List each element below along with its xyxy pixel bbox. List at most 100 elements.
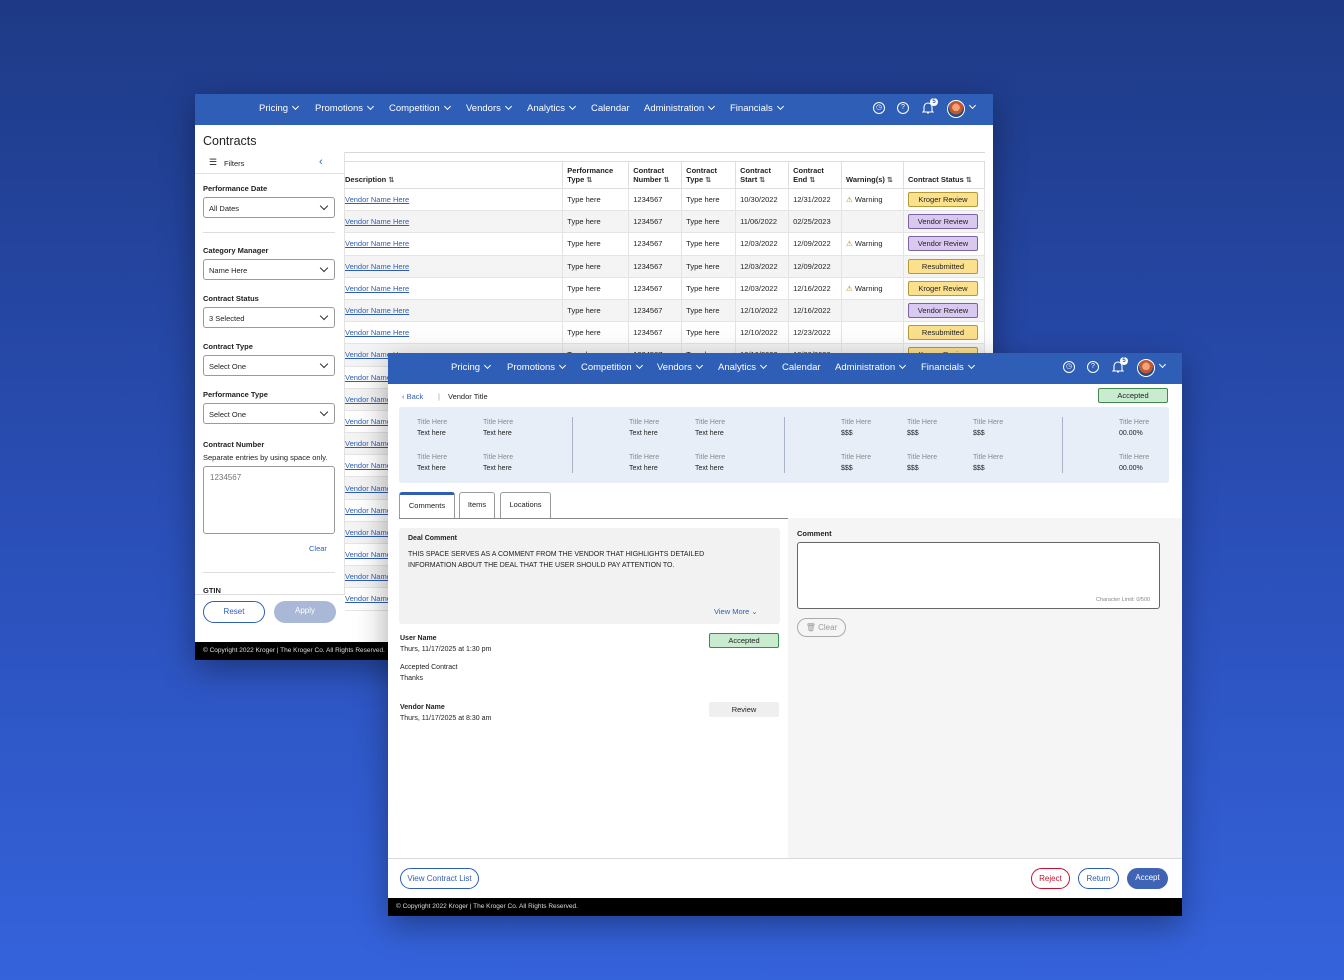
character-limit: Character Limit: 0/500 [1096, 597, 1151, 603]
nav-pricing[interactable]: Pricing [259, 102, 300, 114]
reset-button[interactable]: Reset [203, 601, 265, 623]
sort-icon[interactable]: ⇅ [586, 177, 592, 184]
sort-icon[interactable]: ⇅ [759, 177, 765, 184]
table-row[interactable]: Vendor Name Here Type here1234567Type her… [339, 187, 986, 212]
help-icon[interactable]: ? [1087, 361, 1099, 373]
clear-link[interactable]: Clear [309, 544, 327, 553]
tab-comments[interactable]: Comments [399, 492, 455, 518]
nav-financials[interactable]: Financials [730, 102, 784, 114]
table-row[interactable]: Vendor Name Here Type here1234567Type her… [339, 232, 986, 256]
table-row[interactable]: Vendor Name Here Type here1234567Type her… [339, 321, 986, 345]
col-contract-number[interactable]: Contract Number ⇅ [628, 161, 683, 189]
view-contract-list-button[interactable]: View Contract List [400, 868, 479, 889]
bell-icon[interactable]: 5 [921, 98, 938, 115]
cell-contract-number: 1234567 [628, 298, 683, 323]
col-description[interactable]: Description ⇅ [339, 161, 564, 189]
warning-label: Warning [854, 283, 883, 293]
nav-vendors[interactable]: Vendors [466, 102, 512, 114]
vendor-link[interactable]: Vendor Name Here [345, 284, 409, 293]
vendor-link[interactable]: Vendor Name Here [345, 195, 409, 204]
sort-icon[interactable]: ⇅ [705, 177, 711, 184]
nav-vendors[interactable]: Vendors [657, 361, 703, 373]
view-more-link[interactable]: View More ⌄ [714, 607, 758, 616]
col-contract-end[interactable]: Contract End ⇅ [788, 161, 843, 189]
nav-administration[interactable]: Administration [644, 102, 716, 114]
nav-analytics[interactable]: Analytics [527, 102, 577, 114]
vendor-link[interactable]: Vendor Name Here [345, 239, 409, 248]
table-row[interactable]: Vendor Name Here Type here1234567Type her… [339, 276, 986, 300]
avatar[interactable] [947, 100, 965, 118]
help-icon[interactable]: ? [897, 102, 909, 114]
sort-icon[interactable]: ⇅ [887, 177, 893, 184]
return-button[interactable]: Return [1078, 868, 1119, 889]
performance-type-select[interactable]: Select One [203, 403, 335, 424]
vendor-link[interactable]: Vendor Name Here [345, 306, 409, 315]
clear-button[interactable]: 🗑 Clear [797, 618, 846, 637]
chevron-down-icon [776, 102, 784, 111]
summary-cell: Title Here $$$ [841, 417, 871, 439]
table-row[interactable]: Vendor Name Here Type here1234567Type her… [339, 254, 986, 278]
nav-financials[interactable]: Financials [921, 361, 975, 373]
nav-label: Financials [921, 362, 964, 373]
avatar[interactable] [1137, 359, 1155, 377]
tab-locations[interactable]: Locations [500, 492, 551, 518]
nav-label: Pricing [451, 362, 481, 373]
col-contract-status[interactable]: Contract Status ⇅ [902, 161, 986, 189]
col-contract-start[interactable]: Contract Start ⇅ [735, 161, 790, 189]
summary-title: Title Here [1119, 454, 1150, 461]
table-row[interactable]: Vendor Name Here Type here1234567Type her… [339, 210, 986, 234]
nav-pricing[interactable]: Pricing [451, 361, 492, 373]
sort-icon[interactable]: ⇅ [664, 177, 670, 184]
col-warnings[interactable]: Warning(s) ⇅ [841, 161, 904, 189]
vendor-link[interactable]: Vendor Name Here [345, 262, 409, 271]
nav-administration[interactable]: Administration [835, 361, 907, 373]
reject-button[interactable]: Reject [1031, 868, 1070, 889]
nav-competition[interactable]: Competition [389, 102, 451, 114]
cell-performance-type: Type here [562, 187, 630, 212]
accept-button[interactable]: Accept [1127, 868, 1168, 889]
warning-icon: ⚠ [846, 283, 855, 293]
category-manager-select[interactable]: Name Here [203, 259, 335, 280]
nav-promotions[interactable]: Promotions [507, 361, 567, 373]
summary-cell: Title Here $$$ [907, 452, 937, 474]
clock-icon[interactable]: ◷ [1063, 361, 1075, 373]
summary-cell: Title Here Text here [417, 452, 447, 474]
cell-contract-end: 12/09/2022 [788, 232, 843, 256]
apply-button[interactable]: Apply [274, 601, 336, 623]
page-title: Contracts [203, 134, 257, 148]
nav-label: Competition [581, 362, 632, 373]
nav-promotions[interactable]: Promotions [315, 102, 375, 114]
summary-title: Title Here [907, 454, 938, 461]
nav-calendar[interactable]: Calendar [591, 103, 630, 114]
sort-icon[interactable]: ⇅ [966, 177, 972, 184]
collapse-icon[interactable]: ‹ [319, 156, 323, 168]
back-link[interactable]: ‹ Back [402, 392, 423, 401]
col-performance-type[interactable]: Performance Type ⇅ [562, 161, 630, 189]
nav-label: Pricing [259, 103, 289, 114]
chevron-down-icon [319, 201, 329, 211]
sort-icon[interactable]: ⇅ [809, 177, 815, 184]
chevron-down-icon[interactable] [1158, 360, 1167, 369]
contract-number-input[interactable] [203, 466, 335, 534]
bell-icon[interactable]: 5 [1111, 357, 1128, 374]
chevron-down-icon[interactable] [968, 101, 977, 110]
nav-analytics[interactable]: Analytics [718, 361, 768, 373]
category-manager-label: Category Manager [203, 246, 269, 255]
vendor-link[interactable]: Vendor Name Here [345, 328, 409, 337]
sort-icon[interactable]: ⇅ [388, 177, 394, 184]
clock-icon[interactable]: ◷ [873, 102, 885, 114]
contract-status-select[interactable]: 3 Selected [203, 307, 335, 328]
nav-competition[interactable]: Competition [581, 361, 643, 373]
performance-date-select[interactable]: All Dates [203, 197, 335, 218]
tab-items[interactable]: Items [459, 492, 495, 518]
summary-title: Title Here [973, 454, 1004, 461]
nav-calendar[interactable]: Calendar [782, 362, 821, 373]
cell-contract-start: 12/03/2022 [735, 232, 790, 256]
contract-type-select[interactable]: Select One [203, 355, 335, 376]
vendor-link[interactable]: Vendor Name Here [345, 217, 409, 226]
table-row[interactable]: Vendor Name Here Type here1234567Type her… [339, 298, 986, 323]
history-author: User Name [400, 635, 437, 642]
col-contract-type[interactable]: Contract Type ⇅ [681, 161, 737, 189]
top-nav: Pricing Promotions Competition Vendors A… [388, 353, 1182, 384]
divider [203, 572, 335, 573]
